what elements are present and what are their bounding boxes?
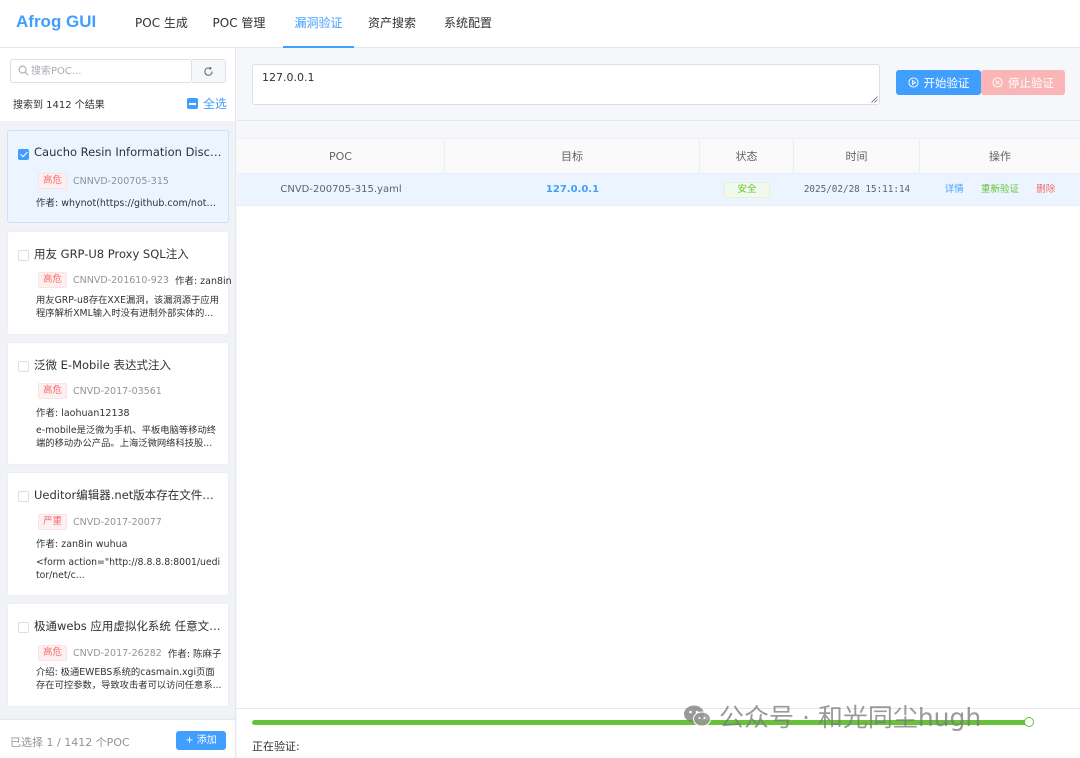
stop-verify-button[interactable]: 停止验证 bbox=[981, 70, 1065, 95]
poc-card-checkbox[interactable] bbox=[18, 149, 29, 160]
poc-list: Caucho Resin Information Disclosure 高危 C… bbox=[0, 121, 235, 719]
poc-card-id: CNVD-2017-26282 bbox=[73, 647, 162, 659]
poc-card-author: 作者: laohuan12138 bbox=[36, 408, 130, 419]
top-navbar: Afrog GUI POC 生成 POC 管理 漏洞验证 资产搜索 系统配置 bbox=[0, 0, 1080, 48]
poc-card-id: CNVD-2017-20077 bbox=[73, 516, 162, 528]
severity-tag: 高危 bbox=[38, 383, 68, 399]
poc-card-title: 用友 GRP-U8 Proxy SQL注入 bbox=[34, 247, 189, 261]
play-circle-icon bbox=[907, 77, 919, 88]
refresh-button[interactable] bbox=[192, 59, 226, 83]
close-circle-icon bbox=[992, 77, 1003, 88]
poc-card-description: <form action="http://8.8.8.8:8001/uedito… bbox=[36, 557, 221, 581]
poc-card-checkbox[interactable] bbox=[18, 361, 29, 372]
poc-card-meta: 严重 CNVD-2017-20077 bbox=[38, 514, 162, 530]
cell-poc: CNVD-200705-315.yaml bbox=[280, 184, 402, 195]
verify-status-label: 正在验证: bbox=[252, 740, 300, 753]
start-verify-label: 开始验证 bbox=[923, 75, 970, 90]
target-input[interactable] bbox=[252, 64, 880, 105]
checkbox-indeterminate-icon bbox=[187, 98, 198, 109]
refresh-icon bbox=[204, 66, 213, 76]
column-header-time: 时间 bbox=[794, 139, 920, 174]
severity-tag: 高危 bbox=[38, 272, 68, 288]
poc-card-id: CNNVD-200705-315 bbox=[73, 175, 169, 187]
sidebar-footer: 已选择 1 / 1412 个POC + 添加 bbox=[0, 719, 235, 758]
search-icon bbox=[18, 65, 29, 76]
poc-card-author: 作者: zan8in bbox=[174, 276, 232, 287]
poc-card-description: 用友GRP-u8存在XXE漏洞，该漏洞源于应用程序解析XML输入时没有进制外部实… bbox=[36, 295, 219, 319]
section-divider bbox=[237, 120, 1080, 121]
resize-grip-icon[interactable] bbox=[871, 96, 878, 103]
poc-card-author: 作者: zan8in wuhua bbox=[36, 539, 128, 550]
poc-card[interactable]: Ueditor编辑器.net版本存在文件上... 严重 CNVD-2017-20… bbox=[7, 472, 229, 596]
detail-link[interactable]: 详情 bbox=[945, 184, 964, 195]
poc-card-author: 作者: whynot(https://github.com/notwhy) bbox=[36, 198, 222, 209]
poc-card[interactable]: 极通webs 应用虚拟化系统 任意文件... 高危 CNVD-2017-2628… bbox=[7, 603, 229, 707]
app-logo: Afrog GUI bbox=[16, 12, 97, 31]
selected-poc-count: 已选择 1 / 1412 个POC bbox=[10, 736, 130, 749]
cell-actions: 详情 重新验证 删除 bbox=[920, 174, 1080, 206]
poc-card-title: 泛微 E-Mobile 表达式注入 bbox=[34, 358, 171, 372]
poc-card[interactable]: 用友 GRP-U8 Proxy SQL注入 高危 CNNVD-201610-92… bbox=[7, 231, 232, 335]
poc-card-id: CNNVD-201610-923 bbox=[73, 274, 169, 286]
select-all-label: 全选 bbox=[203, 97, 228, 111]
severity-tag: 严重 bbox=[38, 514, 68, 530]
poc-card-author: 作者: 陈麻子 bbox=[167, 649, 222, 660]
column-header-target: 目标 bbox=[445, 139, 700, 174]
status-badge: 安全 bbox=[724, 182, 770, 198]
column-header-poc: POC bbox=[237, 139, 445, 174]
search-result-count: 搜索到 1412 个结果 bbox=[13, 100, 105, 111]
poc-card-meta: 高危 CNVD-2017-26282 作者: 陈麻子 bbox=[38, 645, 222, 661]
poc-card-description: e-mobile是泛微为手机、平板电脑等移动终端的移动办公产品。上海泛微网络科技… bbox=[36, 425, 217, 449]
poc-card-title: 极通webs 应用虚拟化系统 任意文件... bbox=[34, 619, 224, 633]
nav-vuln-verify[interactable]: 漏洞验证 bbox=[283, 0, 354, 48]
select-all-checkbox[interactable]: 全选 bbox=[187, 95, 227, 112]
severity-tag: 高危 bbox=[38, 173, 68, 189]
column-header-status: 状态 bbox=[700, 139, 794, 174]
poc-card-checkbox[interactable] bbox=[18, 491, 29, 502]
wechat-icon bbox=[684, 705, 711, 727]
poc-card-meta: 高危 CNVD-2017-03561 bbox=[38, 383, 162, 399]
watermark-text: 公众号 · 和光同尘hugh bbox=[719, 703, 982, 732]
poc-search-box bbox=[10, 59, 192, 83]
nav-system-config[interactable]: 系统配置 bbox=[437, 0, 499, 48]
poc-card-title: Ueditor编辑器.net版本存在文件上... bbox=[34, 488, 224, 502]
delete-link[interactable]: 删除 bbox=[1036, 184, 1055, 195]
nav-poc-generate[interactable]: POC 生成 bbox=[130, 0, 193, 48]
poc-card[interactable]: 泛微 E-Mobile 表达式注入 高危 CNVD-2017-03561 作者:… bbox=[7, 342, 229, 465]
stop-verify-label: 停止验证 bbox=[1008, 75, 1054, 90]
add-poc-button[interactable]: + 添加 bbox=[176, 731, 226, 750]
watermark: 公众号 · 和光同尘hugh bbox=[683, 698, 981, 734]
reverify-link[interactable]: 重新验证 bbox=[981, 184, 1019, 195]
poc-card-description: 介绍: 极通EWEBS系统的casmain.xgi页面存在可控参数，导致攻击者可… bbox=[36, 667, 222, 691]
verify-panel: 开始验证 停止验证 POC 目标 状态 时间 操作 CNVD-200705-31… bbox=[237, 48, 1080, 758]
results-table: POC 目标 状态 时间 操作 CNVD-200705-315.yaml 127… bbox=[237, 138, 1080, 708]
nav-asset-search[interactable]: 资产搜索 bbox=[361, 0, 423, 48]
poc-card-checkbox[interactable] bbox=[18, 622, 29, 633]
cell-status: 安全 bbox=[700, 174, 794, 206]
table-row[interactable]: CNVD-200705-315.yaml 127.0.0.1 安全 2025/0… bbox=[237, 174, 1080, 206]
nav-poc-manage[interactable]: POC 管理 bbox=[206, 0, 272, 48]
cell-target-link[interactable]: 127.0.0.1 bbox=[445, 174, 700, 206]
poc-card-meta: 高危 CNNVD-200705-315 bbox=[38, 173, 169, 189]
cell-time: 2025/02/28 15:11:14 bbox=[803, 184, 911, 195]
severity-tag: 高危 bbox=[38, 645, 68, 661]
progress-complete-icon bbox=[1024, 717, 1034, 727]
poc-sidebar: 搜索到 1412 个结果 全选 Caucho Resin Information… bbox=[0, 48, 236, 758]
poc-card-id: CNVD-2017-03561 bbox=[73, 385, 162, 397]
poc-card-meta: 高危 CNNVD-201610-923 作者: zan8in bbox=[38, 272, 232, 288]
poc-card[interactable]: Caucho Resin Information Disclosure 高危 C… bbox=[7, 130, 229, 223]
poc-card-title: Caucho Resin Information Disclosure bbox=[34, 145, 224, 159]
poc-search-input[interactable] bbox=[31, 60, 187, 82]
column-header-actions: 操作 bbox=[989, 150, 1011, 163]
poc-card-checkbox[interactable] bbox=[18, 250, 29, 261]
start-verify-button[interactable]: 开始验证 bbox=[896, 70, 981, 95]
table-header: POC 目标 状态 时间 操作 bbox=[237, 139, 1080, 174]
